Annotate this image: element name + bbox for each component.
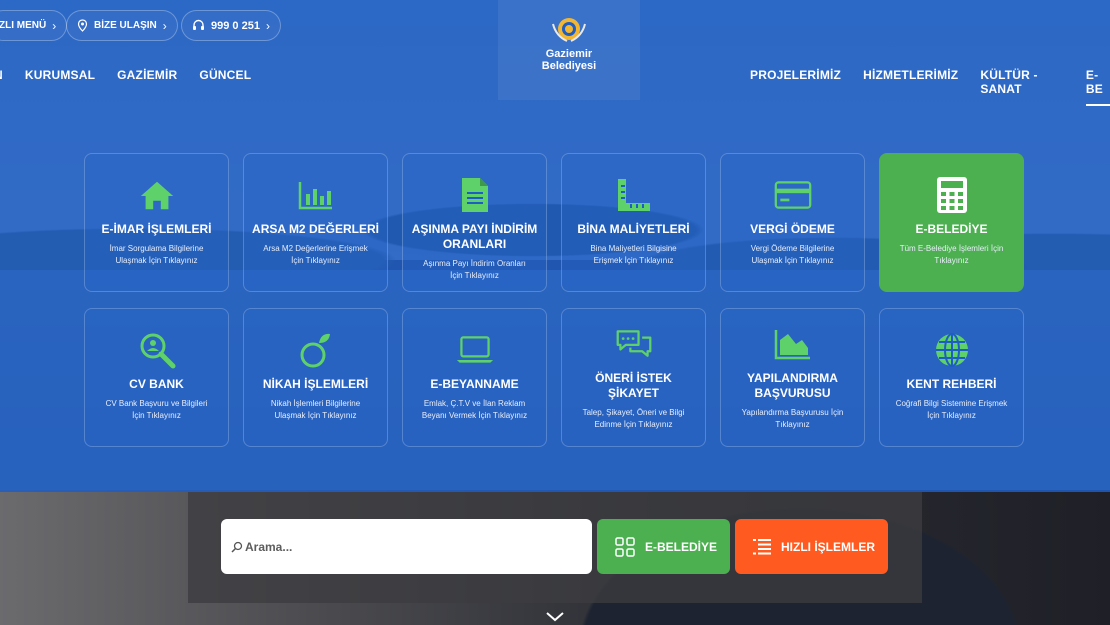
ruler-icon (615, 176, 653, 214)
card-bina-maliyetleri[interactable]: BİNA MALİYETLERİ Bina Maliyetleri Bilgis… (561, 153, 706, 292)
card-desc: Emlak, Ç.T.V ve İlan Reklam Beyanı Verme… (421, 399, 528, 420)
card-e-imar[interactable]: E-İMAR İŞLEMLERİ İmar Sorgulama Bilgiler… (84, 153, 229, 292)
card-title: ÖNERİ İSTEK ŞİKAYET (595, 371, 672, 400)
card-e-beyanname[interactable]: E-BEYANNAME Emlak, Ç.T.V ve İlan Reklam … (402, 308, 547, 447)
search-person-icon (138, 331, 176, 369)
globe-icon (933, 331, 971, 369)
credit-card-icon (774, 176, 812, 214)
service-grid: E-İMAR İŞLEMLERİ İmar Sorgulama Bilgiler… (84, 153, 1026, 447)
card-kent-rehberi[interactable]: KENT REHBERİ Coğrafi Bilgi Sistemine Eri… (879, 308, 1024, 447)
headset-icon (193, 19, 204, 30)
contact-button[interactable]: BİZE ULAŞIN › (66, 10, 178, 41)
nav-item-hizmetlerimiz[interactable]: HİZMETLERİMİZ (863, 68, 958, 106)
nav-item-partial[interactable]: N (0, 68, 3, 82)
card-title: E-BELEDİYE (915, 222, 988, 236)
quick-actions-button[interactable]: HIZLI İŞLEMLER (735, 519, 888, 574)
document-icon (456, 176, 494, 214)
quick-actions-button-label: HIZLI İŞLEMLER (781, 539, 875, 554)
card-vergi-odeme[interactable]: VERGİ ÖDEME Vergi Ödeme Bilgilerine Ulaş… (720, 153, 865, 292)
chevron-right-icon: › (52, 18, 57, 33)
logo-line-2: Belediyesi (541, 60, 597, 72)
card-desc: Aşınma Payı İndirim Oranları İçin Tıklay… (423, 259, 526, 280)
chevron-right-icon: › (265, 18, 270, 33)
card-title: E-İMAR İŞLEMLERİ (101, 222, 212, 236)
calculator-icon (933, 176, 971, 214)
area-chart-icon (774, 325, 812, 363)
laptop-icon (456, 331, 494, 369)
nav-item-guncel[interactable]: GÜNCEL (199, 68, 251, 82)
contact-label: BİZE ULAŞIN (94, 20, 157, 31)
nav-item-kurumsal[interactable]: KURUMSAL (25, 68, 95, 82)
nav-item-gaziemir[interactable]: GAZİEMİR (117, 68, 177, 82)
logo-line-1: Gaziemir (545, 48, 593, 60)
card-title: AŞINMA PAYI İNDİRİM ORANLARI (411, 222, 538, 251)
card-title: VERGİ ÖDEME (750, 222, 835, 236)
nav-item-kultur-sanat[interactable]: KÜLTÜR - SANAT (980, 68, 1064, 106)
card-e-belediye[interactable]: E-BELEDİYE Tüm E-Belediye İşlemleri İçin… (879, 153, 1024, 292)
card-cv-bank[interactable]: CV BANK CV Bank Başvuru ve Bilgileri İçi… (84, 308, 229, 447)
location-pin-icon (77, 19, 88, 32)
phone-label: 999 0 251 (211, 19, 260, 32)
grid-icon (615, 536, 635, 557)
card-desc: İmar Sorgulama Bilgilerine Ulaşmak İçin … (109, 244, 204, 265)
card-yapilandirma[interactable]: YAPILANDIRMA BAŞVURUSU Yapılandırma Başv… (720, 308, 865, 447)
logo-text: Gaziemir Belediyesi (542, 48, 596, 72)
card-title: CV BANK (129, 377, 184, 391)
main-nav-left: N KURUMSAL GAZİEMİR GÜNCEL (0, 68, 251, 82)
search-icon (231, 541, 243, 553)
bar-chart-icon (297, 176, 335, 214)
card-title: E-BEYANNAME (430, 377, 519, 391)
card-desc: Coğrafi Bilgi Sistemine Erişmek İçin Tık… (895, 399, 1008, 420)
card-desc: CV Bank Başvuru ve Bilgileri İçin Tıklay… (105, 399, 208, 420)
card-title: ARSA M2 DEĞERLERİ (252, 222, 379, 236)
main-nav-right: PROJELERİMİZ HİZMETLERİMİZ KÜLTÜR - SANA… (750, 68, 1110, 106)
list-icon (753, 538, 771, 554)
ring-icon (297, 331, 335, 369)
card-arsa-m2[interactable]: ARSA M2 DEĞERLERİ Arsa M2 Değerlerine Er… (243, 153, 388, 292)
card-asinma-payi[interactable]: AŞINMA PAYI İNDİRİM ORANLARI Aşınma Payı… (402, 153, 547, 292)
card-title: BİNA MALİYETLERİ (577, 222, 690, 236)
search-input[interactable] (245, 539, 565, 554)
card-desc: Nikah İşlemleri Bilgilerine Ulaşmak İçin… (270, 399, 361, 420)
search-field[interactable] (221, 519, 592, 574)
card-nikah[interactable]: NİKAH İŞLEMLERİ Nikah İşlemleri Bilgiler… (243, 308, 388, 447)
card-title: KENT REHBERİ (906, 377, 997, 391)
quick-menu-button[interactable]: ZLI MENÜ › (0, 10, 68, 41)
home-icon (138, 176, 176, 214)
card-oneri-istek[interactable]: ÖNERİ İSTEK ŞİKAYET Talep, Şikayet, Öner… (561, 308, 706, 447)
card-desc: Yapılandırma Başvurusu İçin Tıklayınız (741, 408, 844, 429)
card-title: NİKAH İŞLEMLERİ (262, 377, 369, 391)
e-belediye-button-label: E-BELEDİYE (645, 539, 718, 554)
logo-emblem-icon (552, 18, 586, 42)
card-desc: Tüm E-Belediye İşlemleri İçin Tıklayınız (899, 244, 1004, 265)
card-desc: Arsa M2 Değerlerine Erişmek İçin Tıklayı… (263, 244, 368, 265)
nav-item-e-belediye[interactable]: E-BE (1085, 68, 1110, 106)
logo[interactable]: Gaziemir Belediyesi (498, 0, 640, 100)
card-desc: Vergi Ödeme Bilgilerine Ulaşmak İçin Tık… (750, 244, 835, 265)
scroll-down-icon[interactable] (544, 608, 566, 625)
chevron-right-icon: › (162, 18, 167, 33)
card-desc: Talep, Şikayet, Öneri ve Bilgi Edinme İç… (582, 408, 685, 429)
phone-button[interactable]: 999 0 251 › (181, 10, 281, 41)
chat-icon (615, 325, 653, 363)
card-title: YAPILANDIRMA BAŞVURUSU (747, 371, 838, 400)
card-desc: Bina Maliyetleri Bilgisine Erişmek İçin … (590, 244, 677, 265)
quick-menu-label: ZLI MENÜ (0, 20, 47, 31)
nav-item-projelerimiz[interactable]: PROJELERİMİZ (750, 68, 841, 106)
e-belediye-button[interactable]: E-BELEDİYE (597, 519, 730, 574)
